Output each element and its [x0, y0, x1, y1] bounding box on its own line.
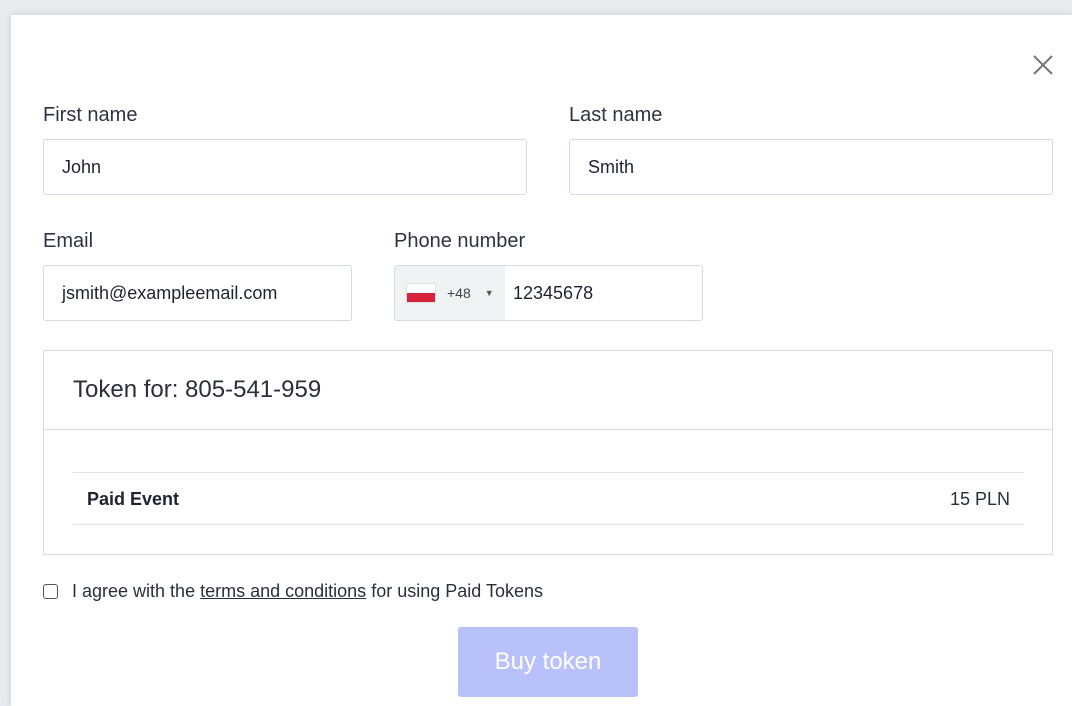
table-row: Paid Event 15 PLN: [72, 472, 1024, 525]
first-name-value: John: [62, 156, 102, 177]
terms-checkbox[interactable]: [43, 584, 58, 599]
email-label: Email: [43, 230, 94, 252]
email-value: jsmith@exampleemail.com: [62, 282, 278, 303]
agree-prefix: I agree with the: [72, 581, 196, 601]
token-title: Token for: 805-541-959: [73, 376, 322, 403]
phone-value: 12345678: [513, 282, 594, 303]
phone-field[interactable]: +48 ▼ 12345678: [394, 265, 703, 321]
buy-token-button[interactable]: Buy token: [458, 627, 638, 697]
buy-token-modal: First name John Last name Smith Email js…: [11, 15, 1072, 706]
first-name-label: First name: [43, 104, 138, 126]
country-code-selector[interactable]: +48 ▼: [395, 266, 505, 320]
last-name-label: Last name: [569, 104, 663, 126]
last-name-value: Smith: [588, 156, 635, 177]
agree-suffix: for using Paid Tokens: [371, 581, 543, 601]
dial-code: +48: [447, 285, 471, 301]
phone-label: Phone number: [394, 230, 526, 252]
first-name-field[interactable]: John: [43, 139, 527, 195]
close-icon[interactable]: [1032, 54, 1054, 76]
last-name-field[interactable]: Smith: [569, 139, 1053, 195]
caret-down-icon: ▼: [484, 288, 494, 298]
divider: [44, 429, 1052, 430]
terms-link[interactable]: terms and conditions: [200, 581, 366, 602]
poland-flag-icon: [407, 284, 435, 302]
terms-agreement: I agree with the terms and conditions fo…: [43, 581, 543, 602]
email-field[interactable]: jsmith@exampleemail.com: [43, 265, 352, 321]
token-summary: Token for: 805-541-959 Paid Event 15 PLN: [43, 350, 1053, 555]
item-name: Paid Event: [87, 489, 180, 509]
item-price: 15 PLN: [949, 489, 1010, 509]
